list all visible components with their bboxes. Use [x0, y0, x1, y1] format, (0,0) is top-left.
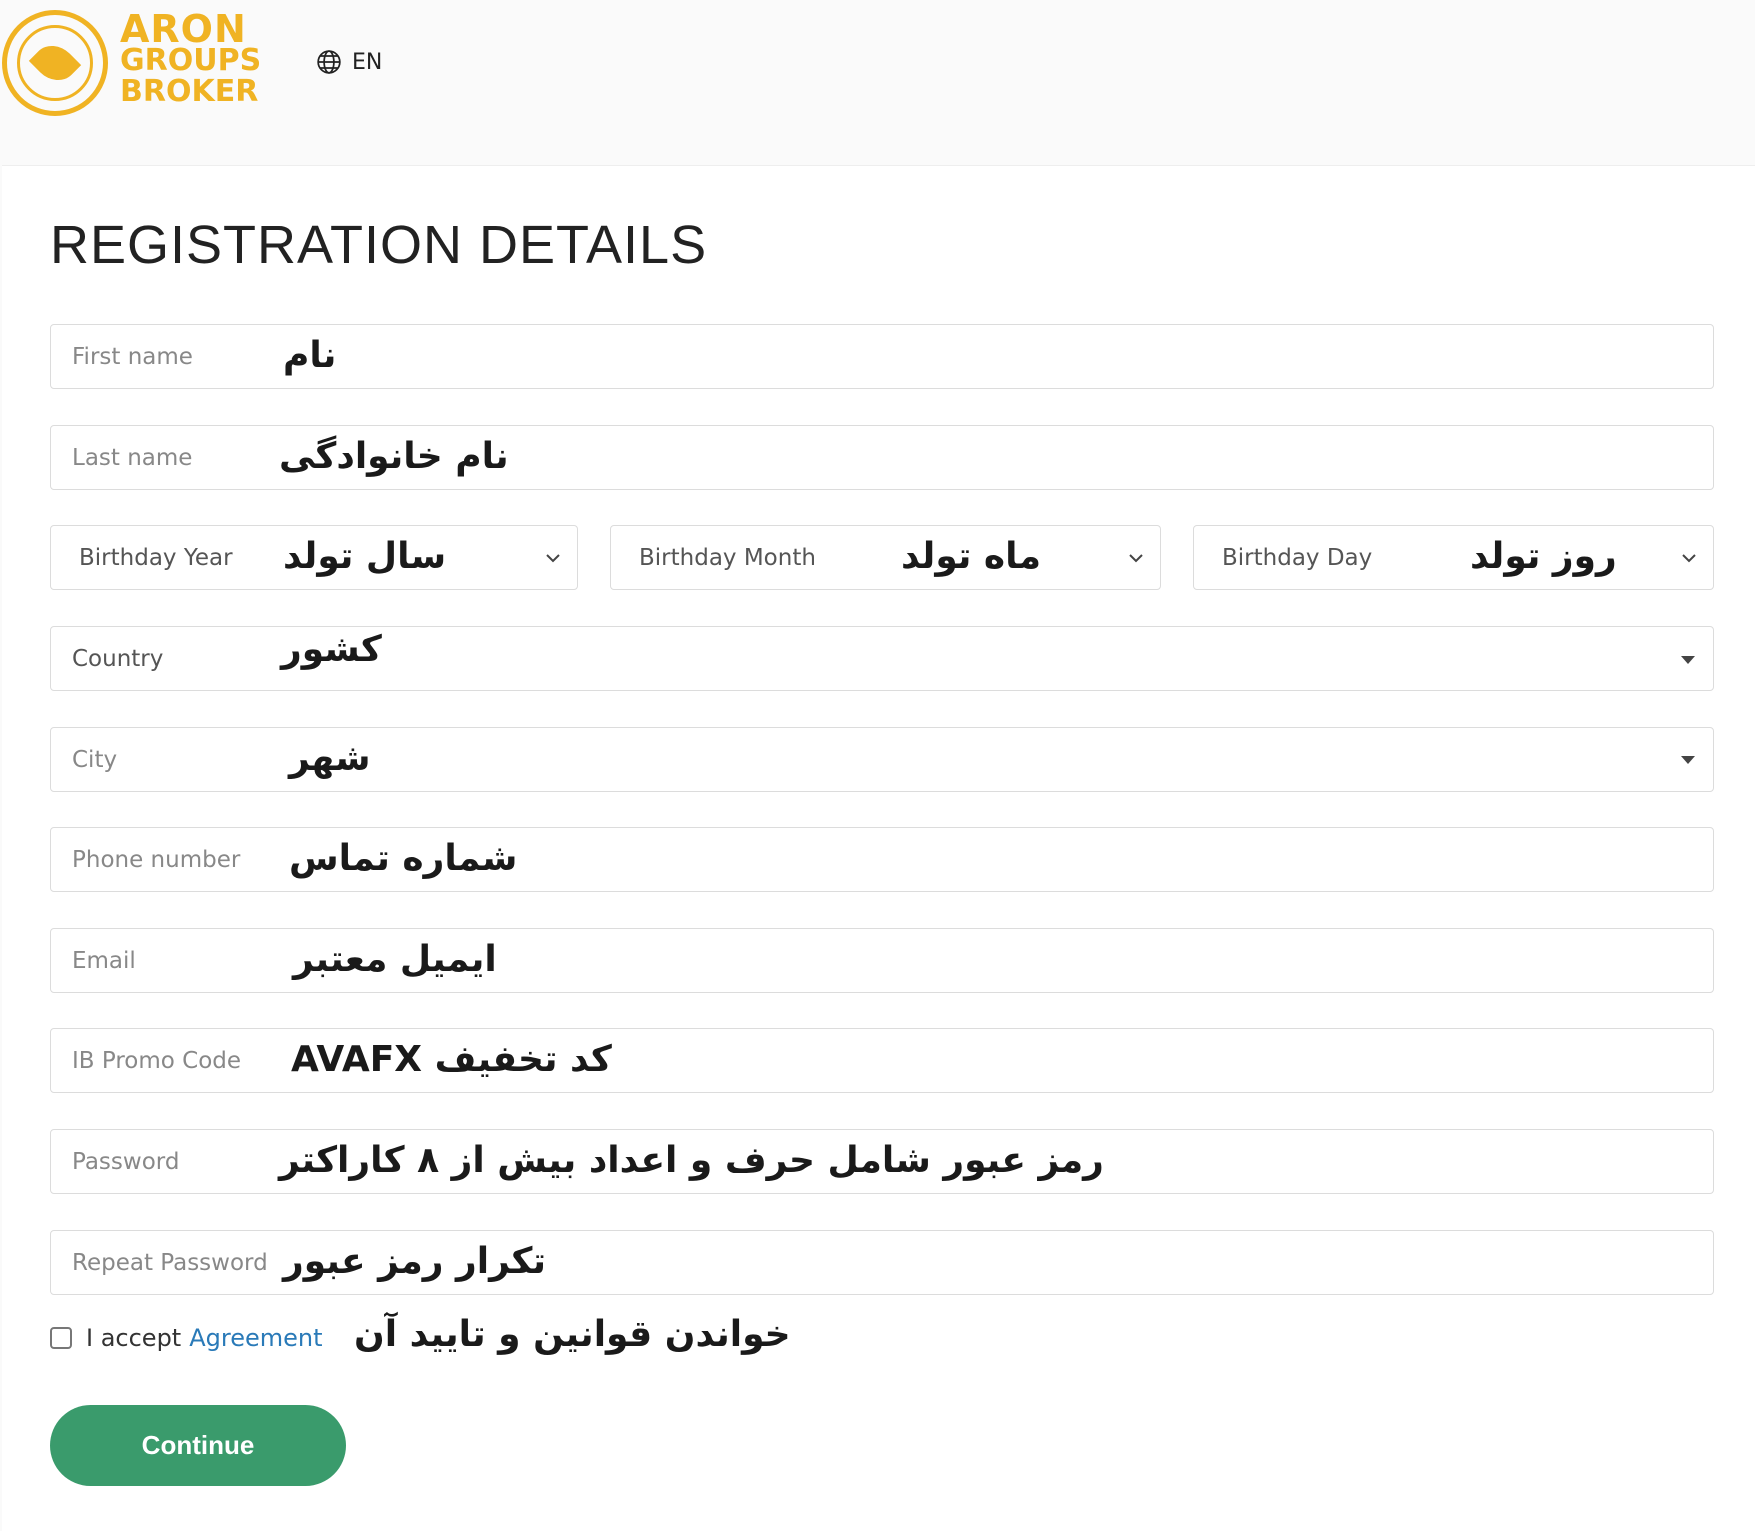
- email-field[interactable]: Email ایمیل معتبر: [50, 928, 1714, 993]
- last-name-label: Last name: [72, 445, 193, 471]
- email-hint: ایمیل معتبر: [293, 939, 497, 980]
- password-label: Password: [72, 1149, 180, 1175]
- logo-emblem: [2, 10, 108, 116]
- agreement-link[interactable]: Agreement: [189, 1324, 322, 1352]
- country-hint: کشور: [281, 629, 382, 670]
- birthday-day-hint: روز تولد: [1470, 536, 1617, 577]
- agreement-checkbox[interactable]: [50, 1327, 72, 1349]
- page-title: REGISTRATION DETAILS: [50, 215, 708, 275]
- promo-code-hint: AVAFX کد تخفیف: [291, 1039, 612, 1080]
- password-hint: رمز عبور شامل حرف و اعداد بیش از ۸ کاراک…: [279, 1140, 1104, 1181]
- phone-label: Phone number: [72, 847, 241, 873]
- chevron-down-icon: [546, 554, 560, 563]
- city-label: City: [72, 747, 118, 773]
- birthday-year-label: Birthday Year: [79, 545, 233, 571]
- language-selector[interactable]: EN: [316, 49, 382, 75]
- logo-text: ARON GROUPS BROKER: [120, 7, 262, 109]
- agreement-prefix: I accept: [86, 1324, 182, 1352]
- caret-down-icon: [1681, 656, 1695, 664]
- first-name-hint: نام: [283, 335, 337, 376]
- birthday-year-hint: سال تولد: [283, 536, 447, 577]
- caret-down-icon: [1681, 756, 1695, 764]
- promo-code-field[interactable]: IB Promo Code AVAFX کد تخفیف: [50, 1028, 1714, 1093]
- password-field[interactable]: Password رمز عبور شامل حرف و اعداد بیش ا…: [50, 1129, 1714, 1194]
- first-name-field[interactable]: First name نام: [50, 324, 1714, 389]
- agreement-hint: خواندن قوانین و تایید آن: [354, 1314, 791, 1355]
- promo-code-label: IB Promo Code: [72, 1048, 242, 1074]
- language-label: EN: [352, 49, 383, 75]
- registration-card: REGISTRATION DETAILS First name نام Last…: [2, 165, 1755, 1531]
- birthday-month-hint: ماه تولد: [901, 536, 1041, 577]
- header: ARON GROUPS BROKER EN: [0, 0, 1755, 165]
- birthday-month-select[interactable]: Birthday Month ماه تولد: [610, 525, 1161, 590]
- repeat-password-label: Repeat Password: [72, 1250, 268, 1276]
- birthday-day-select[interactable]: Birthday Day روز تولد: [1193, 525, 1714, 590]
- birthday-day-label: Birthday Day: [1222, 545, 1373, 571]
- chevron-down-icon: [1129, 554, 1143, 563]
- first-name-label: First name: [72, 344, 193, 370]
- chevron-down-icon: [1682, 554, 1696, 563]
- last-name-field[interactable]: Last name نام خانوادگی: [50, 425, 1714, 490]
- phone-hint: شماره تماس: [289, 838, 518, 879]
- email-label: Email: [72, 948, 136, 974]
- country-label: Country: [72, 646, 164, 672]
- birthday-year-select[interactable]: Birthday Year سال تولد: [50, 525, 578, 590]
- globe-icon: [317, 50, 341, 74]
- continue-button[interactable]: Continue: [50, 1405, 346, 1486]
- repeat-password-hint: تکرار رمز عبور: [283, 1241, 546, 1282]
- repeat-password-field[interactable]: Repeat Password تکرار رمز عبور: [50, 1230, 1714, 1295]
- city-select[interactable]: City شهر: [50, 727, 1714, 792]
- agreement-row: I accept Agreement: [50, 1324, 323, 1352]
- city-hint: شهر: [289, 738, 371, 779]
- last-name-hint: نام خانوادگی: [279, 436, 509, 477]
- phone-field[interactable]: Phone number شماره تماس: [50, 827, 1714, 892]
- country-select[interactable]: Country کشور: [50, 626, 1714, 691]
- birthday-month-label: Birthday Month: [639, 545, 816, 571]
